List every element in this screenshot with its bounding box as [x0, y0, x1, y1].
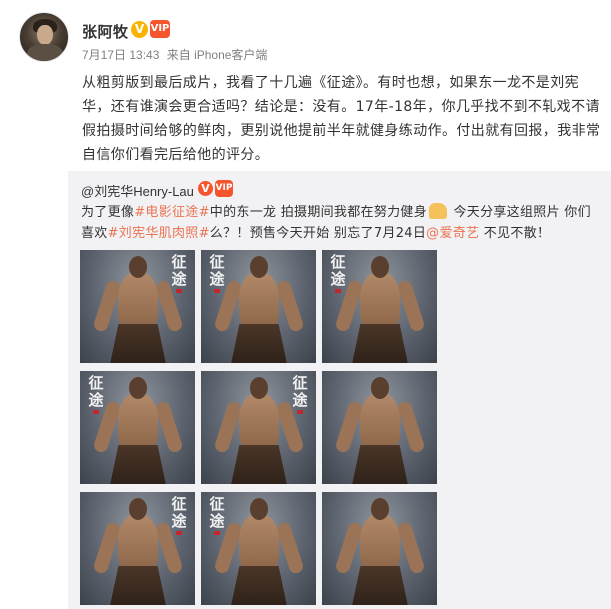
- figure-head: [371, 498, 389, 520]
- figure-head: [250, 377, 268, 399]
- figure-torso: [360, 393, 400, 451]
- post-content: 从粗剪版到最后成片，我看了十几遍《征途》。有时也想，如果东一龙不是刘宪华，还有谁…: [82, 75, 601, 163]
- verified-v-icon[interactable]: V: [131, 21, 148, 38]
- figure-arm: [154, 400, 184, 454]
- poster-title: 征途: [206, 254, 228, 293]
- poster-title: 征途: [168, 496, 190, 535]
- avatar-body: [27, 44, 63, 61]
- photo-8[interactable]: 征途: [201, 492, 316, 605]
- hashtag-muscle-photos[interactable]: #刘宪华肌肉照#: [108, 226, 210, 241]
- figure-skirt: [110, 445, 166, 484]
- figure-skirt: [352, 445, 408, 484]
- poster-title: 征途: [85, 375, 107, 414]
- figure-skirt: [231, 445, 287, 484]
- photo-7[interactable]: 征途: [80, 492, 195, 605]
- verified-v-icon: V: [198, 181, 213, 196]
- figure-torso: [360, 272, 400, 330]
- figure-skirt: [352, 566, 408, 605]
- figure-head: [129, 377, 147, 399]
- poster-title: 征途: [206, 496, 228, 535]
- figure-head: [129, 498, 147, 520]
- figure-skirt: [231, 324, 287, 363]
- mention-iqiyi[interactable]: @爱奇艺: [426, 226, 479, 241]
- post-meta: 7月17日 13:43 来自 iPhone客户端: [82, 46, 271, 63]
- figure-arm: [275, 521, 305, 575]
- repost-text: 为了更像#电影征途#中的东一龙 拍摄期间我都在努力健身 今天分享这组照片 你们喜…: [81, 202, 601, 244]
- flexed-biceps-emoji: [429, 203, 448, 219]
- figure-torso: [239, 272, 279, 330]
- figure-arm: [396, 279, 426, 333]
- post-source: 来自 iPhone客户端: [166, 48, 268, 62]
- hashtag-movie[interactable]: #电影征途#: [134, 205, 210, 220]
- figure-torso: [118, 514, 158, 572]
- photo-9[interactable]: [322, 492, 437, 605]
- photo-grid: 征途 征途 征途 征途 征途 征途 征途: [80, 250, 437, 606]
- repost-text-part: 么？！预售今天开始 别忘了7月24日: [209, 226, 427, 241]
- avatar-face: [37, 25, 53, 45]
- repost-text-part: 不见不散！: [479, 226, 551, 241]
- photo-4[interactable]: 征途: [80, 371, 195, 484]
- figure-skirt: [110, 566, 166, 605]
- poster-title: 征途: [168, 254, 190, 293]
- figure-head: [250, 256, 268, 278]
- figure-torso: [239, 393, 279, 451]
- photo-3[interactable]: 征途: [322, 250, 437, 363]
- repost-block: @刘宪华Henry-Lau V VIP 为了更像#电影征途#中的东一龙 拍摄期间…: [68, 171, 611, 609]
- figure-head: [129, 256, 147, 278]
- figure-head: [250, 498, 268, 520]
- author-avatar[interactable]: [19, 12, 69, 62]
- figure-skirt: [231, 566, 287, 605]
- repost-text-part: 为了更像: [81, 205, 135, 220]
- photo-1[interactable]: 征途: [80, 250, 195, 363]
- poster-title: 征途: [327, 254, 349, 293]
- member-crown-icon: VIP: [215, 180, 233, 197]
- figure-head: [371, 377, 389, 399]
- post-date[interactable]: 7月17日 13:43: [82, 48, 159, 62]
- figure-arm: [275, 279, 305, 333]
- poster-title: 征途: [289, 375, 311, 414]
- figure-torso: [118, 393, 158, 451]
- figure-torso: [360, 514, 400, 572]
- repost-author[interactable]: @刘宪华Henry-Lau: [81, 181, 194, 200]
- figure-head: [371, 256, 389, 278]
- figure-torso: [239, 514, 279, 572]
- photo-2[interactable]: 征途: [201, 250, 316, 363]
- photo-6[interactable]: [322, 371, 437, 484]
- member-crown-icon[interactable]: VIP: [150, 20, 170, 38]
- repost-text-part: 中的东一龙 拍摄期间我都在努力健身: [209, 205, 428, 220]
- figure-arm: [396, 400, 426, 454]
- weibo-post: 张阿牧 V VIP 7月17日 13:43 来自 iPhone客户端 从粗剪版到…: [0, 0, 611, 609]
- figure-arm: [396, 521, 426, 575]
- figure-skirt: [352, 324, 408, 363]
- figure-skirt: [110, 324, 166, 363]
- author-name[interactable]: 张阿牧: [82, 21, 129, 42]
- figure-torso: [118, 272, 158, 330]
- photo-5[interactable]: 征途: [201, 371, 316, 484]
